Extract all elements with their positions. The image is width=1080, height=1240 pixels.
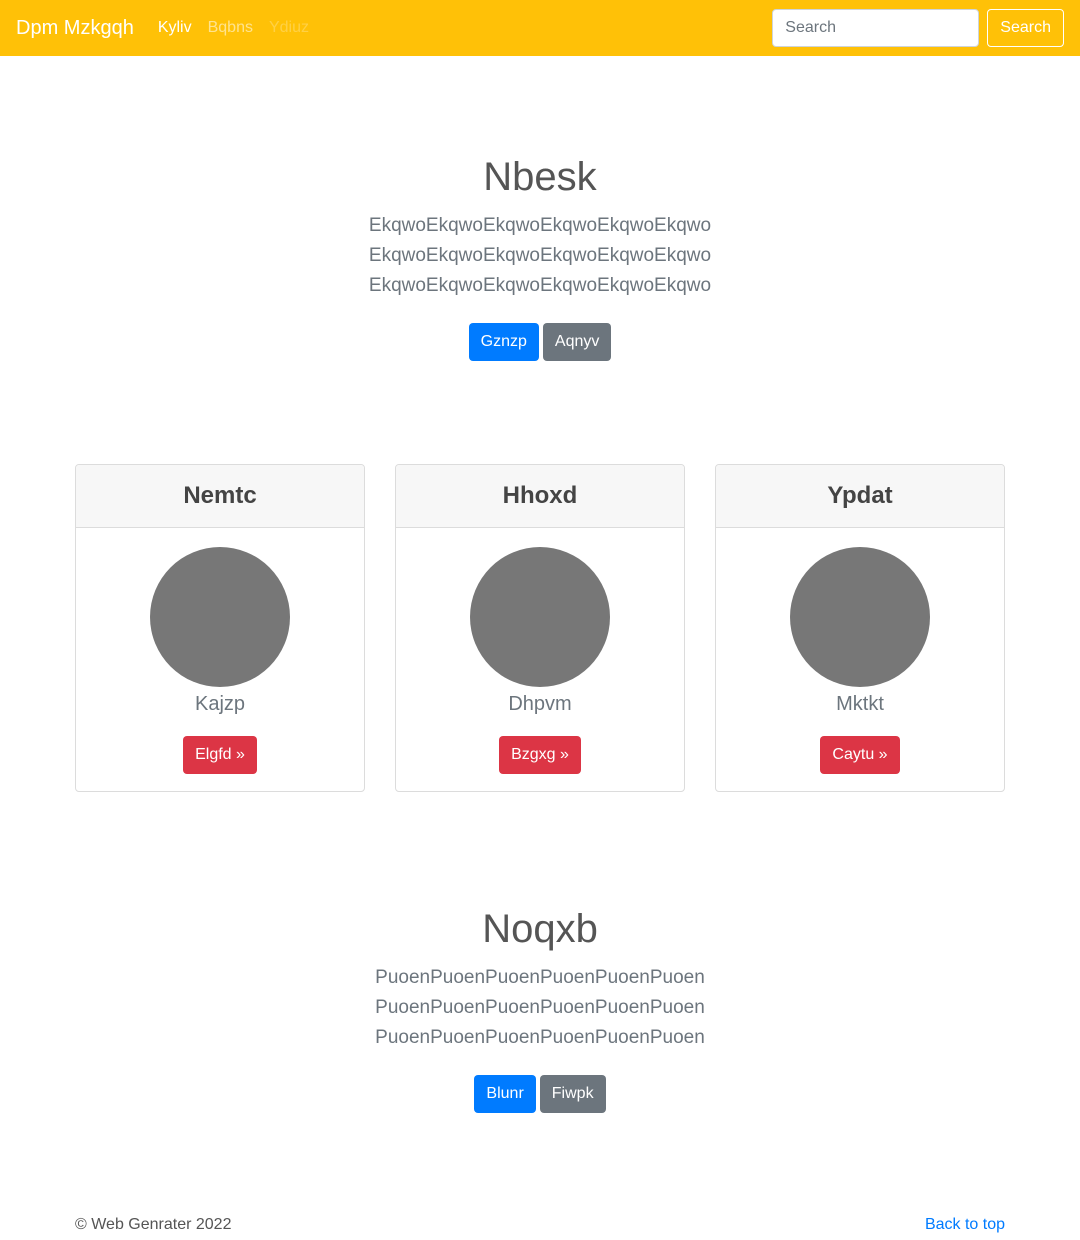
card-action-button[interactable]: Bzgxg » [499, 736, 581, 774]
back-to-top-link[interactable]: Back to top [925, 1216, 1005, 1234]
card-body: Mktkt Caytu » [716, 528, 1004, 774]
avatar [790, 547, 930, 687]
card-title: Nemtc [76, 465, 364, 528]
hero-1-secondary-button[interactable]: Aqnyv [542, 323, 612, 361]
hero-2-primary-button[interactable]: Blunr [474, 1075, 536, 1113]
card: Hhoxd Dhpvm Bzgxg » [395, 464, 685, 792]
card-action-button[interactable]: Caytu » [820, 736, 900, 774]
card-row: Nemtc Kajzp Elgfd » Hhoxd Dhpvm Bzgxg » … [75, 464, 1005, 792]
card: Nemtc Kajzp Elgfd » [75, 464, 365, 792]
hero-1-primary-button[interactable]: Gznzp [468, 323, 539, 361]
hero-1-line: EkqwoEkqwoEkqwoEkqwoEkqwoEkqwo [368, 215, 712, 236]
hero-1-text: EkqwoEkqwoEkqwoEkqwoEkqwoEkqwo EkqwoEkqw… [0, 211, 1080, 301]
hero-1-line: EkqwoEkqwoEkqwoEkqwoEkqwoEkqwo [368, 245, 712, 266]
nav-links: Kyliv Bqbns Ydiuz [158, 19, 325, 37]
card-title: Ypdat [716, 465, 1004, 528]
avatar [150, 547, 290, 687]
hero-2-buttons: Blunr Fiwpk [0, 1075, 1080, 1113]
hero-1-line: EkqwoEkqwoEkqwoEkqwoEkqwoEkqwo [368, 275, 712, 296]
hero-2-text: PuoenPuoenPuoenPuoenPuoenPuoen PuoenPuoe… [0, 963, 1080, 1053]
hero-2-line: PuoenPuoenPuoenPuoenPuoenPuoen [375, 1027, 705, 1048]
card-title: Hhoxd [396, 465, 684, 528]
copyright-text: © Web Genrater 2022 [75, 1216, 232, 1233]
nav-link-bqbns[interactable]: Bqbns [208, 19, 253, 37]
hero-1-heading: Nbesk [483, 155, 597, 199]
hero-2-line: PuoenPuoenPuoenPuoenPuoenPuoen [375, 997, 705, 1018]
avatar [470, 547, 610, 687]
card: Ypdat Mktkt Caytu » [715, 464, 1005, 792]
hero-2-secondary-button[interactable]: Fiwpk [539, 1075, 606, 1113]
nav-link-ydiuz: Ydiuz [268, 19, 309, 36]
card-name: Kajzp [194, 693, 246, 715]
hero-section-1: Nbesk EkqwoEkqwoEkqwoEkqwoEkqwoEkqwo Ekq… [0, 153, 1080, 361]
card-action-button[interactable]: Elgfd » [183, 736, 257, 774]
search-form: Search [772, 9, 1064, 47]
navbar: Dpm Mzkgqh Kyliv Bqbns Ydiuz Search [0, 0, 1080, 56]
hero-2-line: PuoenPuoenPuoenPuoenPuoenPuoen [375, 967, 705, 988]
footer: © Web Genrater 2022 Back to top [75, 1216, 1005, 1234]
brand-link[interactable]: Dpm Mzkgqh [16, 17, 134, 40]
card-body: Dhpvm Bzgxg » [396, 528, 684, 774]
search-input[interactable] [772, 9, 980, 47]
hero-section-2: Noqxb PuoenPuoenPuoenPuoenPuoenPuoen Puo… [0, 905, 1080, 1113]
nav-link-kyliv[interactable]: Kyliv [158, 19, 192, 37]
hero-1-buttons: Gznzp Aqnyv [0, 323, 1080, 361]
hero-2-heading: Noqxb [482, 907, 598, 951]
search-button[interactable]: Search [987, 9, 1064, 47]
card-name: Mktkt [836, 693, 884, 715]
card-body: Kajzp Elgfd » [76, 528, 364, 774]
card-name: Dhpvm [508, 693, 572, 715]
